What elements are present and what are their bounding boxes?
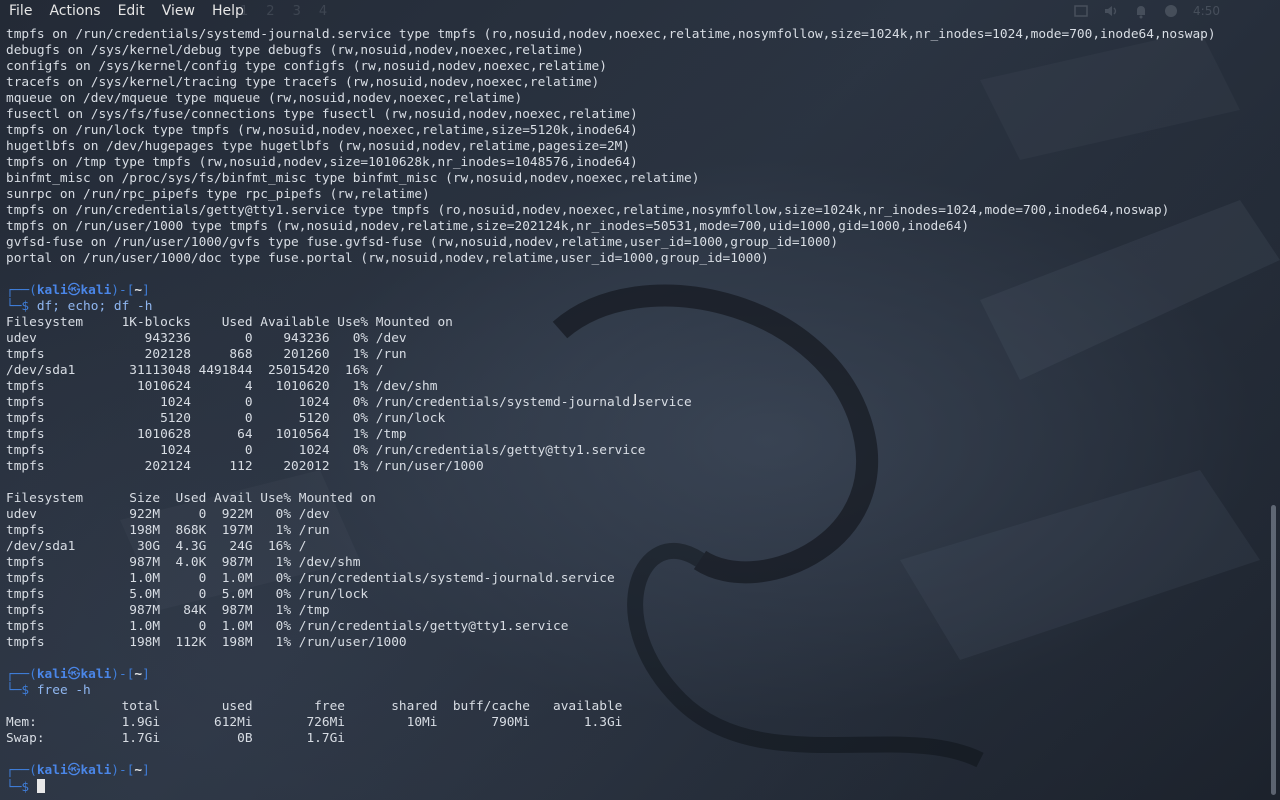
command-line[interactable]: └─$ free -h xyxy=(6,683,1266,699)
df-line: tmpfs 1010628 64 1010564 1% /tmp xyxy=(6,427,407,442)
df-line: udev 922M 0 922M 0% /dev xyxy=(6,507,330,522)
prompt-at: ㉿ xyxy=(67,283,81,298)
free-line: total used free shared buff/cache availa… xyxy=(6,699,623,714)
prompt-host: kali xyxy=(80,763,112,778)
mount-line: debugfs on /sys/kernel/debug type debugf… xyxy=(6,43,584,58)
df-line: /dev/sda1 30G 4.3G 24G 16% / xyxy=(6,539,307,554)
prompt-line: ┌──(kali㉿kali)-[~] xyxy=(6,763,1266,779)
prompt-dir: ~ xyxy=(134,763,143,778)
prompt-close: ] xyxy=(142,283,150,298)
df-line: tmpfs 1.0M 0 1.0M 0% /run/credentials/ge… xyxy=(6,619,569,634)
prompt-line: ┌──(kali㉿kali)-[~] xyxy=(6,667,1266,683)
df-line: tmpfs 198M 112K 198M 1% /run/user/1000 xyxy=(6,635,407,650)
prompt-open: ┌──( xyxy=(6,763,37,778)
mount-line: mqueue on /dev/mqueue type mqueue (rw,no… xyxy=(6,91,523,106)
mount-line: tracefs on /sys/kernel/tracing type trac… xyxy=(6,75,600,90)
menu-help[interactable]: Help xyxy=(203,0,252,22)
terminal-output[interactable]: tmpfs on /run/credentials/systemd-journa… xyxy=(6,27,1266,795)
prompt-at: ㉿ xyxy=(67,667,81,682)
prompt-dollar: └─$ xyxy=(6,683,37,698)
mount-line: tmpfs on /run/lock type tmpfs (rw,nosuid… xyxy=(6,123,638,138)
prompt-dollar: └─$ xyxy=(6,299,37,314)
mount-line: sunrpc on /run/rpc_pipefs type rpc_pipef… xyxy=(6,187,430,202)
prompt-open: ┌──( xyxy=(6,283,37,298)
mount-line: gvfsd-fuse on /run/user/1000/gvfs type f… xyxy=(6,235,839,250)
menubar: File Actions Edit View Help xyxy=(0,0,1280,22)
command-text: df; echo; df -h xyxy=(36,299,153,314)
mount-line: portal on /run/user/1000/doc type fuse.p… xyxy=(6,251,769,266)
prompt-dir: ~ xyxy=(134,283,143,298)
menu-edit[interactable]: Edit xyxy=(109,0,153,22)
menu-actions[interactable]: Actions xyxy=(40,0,108,22)
mount-line: tmpfs on /run/credentials/getty@tty1.ser… xyxy=(6,203,1170,218)
mount-line: tmpfs on /run/credentials/systemd-journa… xyxy=(6,27,1216,42)
prompt-mid: )-[ xyxy=(111,763,135,778)
prompt-user: kali xyxy=(36,283,68,298)
prompt-open: ┌──( xyxy=(6,667,37,682)
prompt-dollar: └─$ xyxy=(6,780,37,795)
mount-line: tmpfs on /run/user/1000 type tmpfs (rw,n… xyxy=(6,219,970,234)
df-line: tmpfs 5120 0 5120 0% /run/lock xyxy=(6,411,446,426)
df-line: udev 943236 0 943236 0% /dev xyxy=(6,331,407,346)
prompt-close: ] xyxy=(142,667,150,682)
free-line: Mem: 1.9Gi 612Mi 726Mi 10Mi 790Mi 1.3Gi xyxy=(6,715,623,730)
df-line: tmpfs 202124 112 202012 1% /run/user/100… xyxy=(6,459,484,474)
prompt-host: kali xyxy=(80,667,112,682)
prompt-user: kali xyxy=(36,667,68,682)
mount-line: configfs on /sys/kernel/config type conf… xyxy=(6,59,607,74)
prompt-host: kali xyxy=(80,283,112,298)
prompt-mid: )-[ xyxy=(111,283,135,298)
command-line[interactable]: └─$ xyxy=(6,779,1266,795)
df-line: tmpfs 1024 0 1024 0% /run/credentials/ge… xyxy=(6,443,646,458)
mount-line: fusectl on /sys/fs/fuse/connections type… xyxy=(6,107,638,122)
prompt-at: ㉿ xyxy=(67,763,81,778)
df-line: /dev/sda1 31113048 4491844 25015420 16% … xyxy=(6,363,384,378)
mount-line: binfmt_misc on /proc/sys/fs/binfmt_misc … xyxy=(6,171,700,186)
terminal-cursor xyxy=(36,779,45,793)
prompt-close: ] xyxy=(142,763,150,778)
command-text: free -h xyxy=(36,683,91,698)
df-line: tmpfs 202128 868 201260 1% /run xyxy=(6,347,407,362)
df-line: tmpfs 987M 84K 987M 1% /tmp xyxy=(6,603,330,618)
df-line: tmpfs 198M 868K 197M 1% /run xyxy=(6,523,330,538)
prompt-line: ┌──(kali㉿kali)-[~] xyxy=(6,283,1266,299)
df-line: Filesystem 1K-blocks Used Available Use%… xyxy=(6,315,453,330)
text-cursor-icon: Ι xyxy=(633,391,638,409)
df-line: tmpfs 5.0M 0 5.0M 0% /run/lock xyxy=(6,587,369,602)
prompt-user: kali xyxy=(36,763,68,778)
prompt-dir: ~ xyxy=(134,667,143,682)
free-line: Swap: 1.7Gi 0B 1.7Gi xyxy=(6,731,345,746)
df-line: tmpfs 1.0M 0 1.0M 0% /run/credentials/sy… xyxy=(6,571,615,586)
menu-view[interactable]: View xyxy=(153,0,203,22)
df-line xyxy=(6,475,1266,491)
df-line: Filesystem Size Used Avail Use% Mounted … xyxy=(6,491,376,506)
command-line[interactable]: └─$ df; echo; df -h xyxy=(6,299,1266,315)
df-line: tmpfs 987M 4.0K 987M 1% /dev/shm xyxy=(6,555,361,570)
mount-line: tmpfs on /tmp type tmpfs (rw,nosuid,node… xyxy=(6,155,638,170)
prompt-mid: )-[ xyxy=(111,667,135,682)
mount-line: hugetlbfs on /dev/hugepages type hugetlb… xyxy=(6,139,631,154)
terminal-scrollbar[interactable] xyxy=(1271,505,1276,795)
menu-file[interactable]: File xyxy=(0,0,40,22)
